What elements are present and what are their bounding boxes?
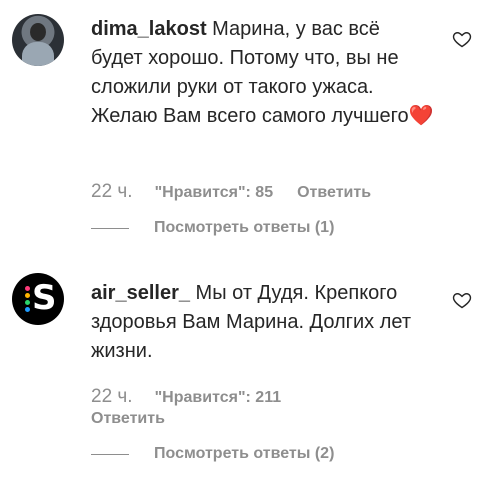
view-replies-label: Посмотреть ответы (2) (154, 445, 335, 462)
like-heart-icon[interactable] (452, 290, 472, 310)
avatar-dot (25, 293, 30, 298)
likes-count[interactable]: "Нравится": 211 (155, 389, 282, 407)
username[interactable]: air_seller_ (91, 282, 190, 304)
comment-meta: 22 ч. "Нравится": 211 (91, 386, 305, 408)
avatar-letter: S (32, 278, 57, 318)
view-replies-button[interactable]: Посмотреть ответы (2) (91, 445, 334, 463)
comment-text: air_seller_ Мы от Дудя. Крепкого здоровь… (91, 279, 436, 366)
reply-button[interactable]: Ответить (91, 410, 165, 428)
replies-line (91, 453, 129, 455)
avatar-dot (25, 286, 30, 291)
avatar-dot (25, 307, 30, 312)
avatar[interactable]: S (12, 273, 64, 325)
comment-2: S air_seller_ Мы от Дудя. Крепкого здоро… (0, 0, 490, 486)
timestamp[interactable]: 22 ч. (91, 386, 133, 408)
avatar-dot (25, 300, 30, 305)
